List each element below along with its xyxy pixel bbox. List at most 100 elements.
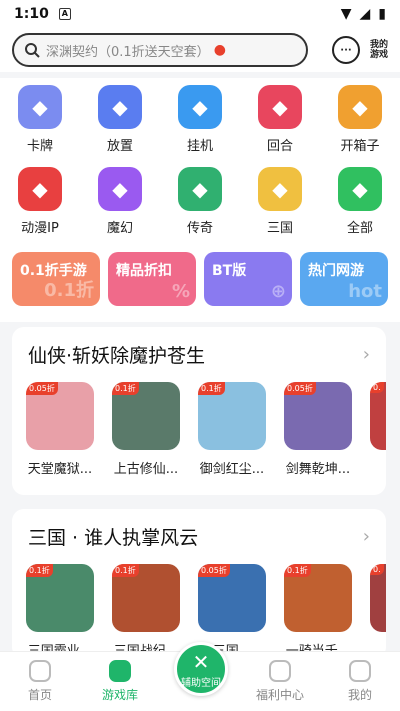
tab-label: 我的 — [347, 688, 372, 702]
game-item[interactable]: 0.05折剑舞乾坤... — [284, 382, 352, 477]
game-list: 0.05折 天堂魔狱... 0.1折 上古修仙... 0.1折 御剑红尘... 0.05折剑… — [12, 378, 386, 481]
tab-0[interactable]: 首页 — [0, 652, 80, 711]
gourd-icon: ◆ — [178, 166, 222, 211]
promo-row: 0.1折手游 0.1折 精品折扣% BT版 ⊕ 热门网游 hot — [0, 242, 400, 322]
game-thumbnail: 0.1折 — [284, 564, 352, 632]
discount-badge: 0. — [370, 382, 384, 393]
category-label: 挂机 — [186, 138, 213, 154]
game-thumbnail: 0.1折 — [112, 564, 180, 632]
cards-icon: ◆ — [18, 84, 62, 129]
discount-badge: 0.1折 — [112, 564, 139, 577]
boxing-glove-icon: ◆ — [258, 84, 302, 129]
promo-card-0[interactable]: 0.1折手游 0.1折 — [12, 252, 100, 306]
promo-label: 热门网游 — [308, 263, 364, 279]
assist-space-label: 辅助空间 — [181, 677, 221, 689]
category-8[interactable]: ◆ 三国 — [240, 160, 320, 242]
discount-badge: 0.1折 — [26, 564, 53, 577]
category-9[interactable]: ◆ 全部 — [320, 160, 400, 242]
category-label: 全部 — [346, 220, 373, 236]
promo-card-3[interactable]: 热门网游 hot — [300, 252, 388, 306]
war-banner-icon: ◆ — [258, 166, 302, 211]
game-item[interactable]: 0.1折 上古修仙... — [112, 382, 180, 477]
category-label: 三国 — [266, 220, 293, 236]
discount-badge: 0. — [370, 564, 384, 575]
clover-icon: ◆ — [338, 166, 382, 211]
game-item[interactable]: 0.1折一骑当千... — [284, 564, 352, 659]
signal-icon: ◢ — [359, 6, 371, 22]
game-name: 剑舞乾坤... — [285, 462, 351, 477]
category-4[interactable]: ◆ 开箱子 — [320, 78, 400, 160]
tab-1[interactable]: 游戏库 — [80, 652, 160, 711]
phone-icon: ◆ — [98, 84, 142, 129]
my-games-line2: 游戏 — [369, 50, 388, 60]
game-item[interactable]: 0.九 — [370, 382, 386, 477]
status-time: 1:10 — [14, 6, 49, 22]
discount-badge: 0.05折 — [198, 564, 230, 577]
section-header[interactable]: 三国 · 谁人执掌风云 › — [12, 509, 386, 560]
assist-space-button[interactable]: ✕ 辅助空间 — [174, 642, 228, 696]
promo-label: BT版 — [212, 263, 247, 279]
category-grid: ◆ 卡牌 ◆ 放置 ◆ 挂机 ◆ 回合 ◆ 开箱子 ◆ 动漫IP ◆ 魔幻 ◆ 传奇 ◆ 三国 ◆ 全部 — [0, 78, 400, 242]
discount-badge: 0.05折 — [284, 382, 316, 395]
discount-badge: 0.1折 — [112, 382, 139, 395]
game-thumbnail: 0.1折 — [198, 382, 266, 450]
section-card-xianxia: 仙侠·斩妖除魔护苍生 › 0.05折 天堂魔狱... 0.1折 上古修仙... 0.1折 御剑… — [12, 327, 386, 495]
pokeball-icon: ◆ — [18, 166, 62, 211]
game-item[interactable]: 0.1折三国战纪... — [112, 564, 180, 659]
tab-4[interactable]: 我的 — [320, 652, 400, 711]
promo-card-1[interactable]: 精品折扣% — [108, 252, 196, 306]
section-header[interactable]: 仙侠·斩妖除魔护苍生 › — [12, 327, 386, 378]
promo-decoration: hot — [348, 281, 382, 302]
my-games-button[interactable]: 我的 游戏 — [370, 40, 388, 60]
hot-flame-icon: ● — [213, 42, 226, 58]
category-2[interactable]: ◆ 挂机 — [160, 78, 240, 160]
home-icon — [29, 660, 51, 682]
category-1[interactable]: ◆ 放置 — [80, 78, 160, 160]
category-label: 放置 — [106, 138, 133, 154]
wifi-icon: ▼ — [340, 6, 352, 22]
section-title: 仙侠·斩妖除魔护苍生 — [28, 345, 206, 367]
profile-face-icon — [349, 660, 371, 682]
game-item[interactable]: 0.05折 天堂魔狱... — [26, 382, 94, 477]
discount-badge: 0.1折 — [284, 564, 311, 577]
category-label: 回合 — [266, 138, 293, 154]
game-thumbnail: 0.05折 — [284, 382, 352, 450]
promo-card-2[interactable]: BT版 ⊕ — [204, 252, 292, 306]
top-header: 深渊契约（0.1折送天空套） ● ··· 我的 游戏 — [0, 28, 400, 72]
message-button[interactable]: ··· — [331, 36, 360, 64]
gamepad-icon: ◆ — [178, 84, 222, 129]
category-6[interactable]: ◆ 魔幻 — [80, 160, 160, 242]
category-5[interactable]: ◆ 动漫IP — [0, 160, 80, 242]
search-placeholder: 深渊契约（0.1折送天空套） — [46, 44, 210, 60]
game-thumbnail: 0.05折 — [198, 564, 266, 632]
promo-decoration: ⊕ — [270, 281, 286, 302]
category-label: 动漫IP — [21, 220, 59, 236]
game-thumbnail: 0. — [370, 382, 386, 450]
chat-bubble-icon: ··· — [340, 44, 352, 56]
chevron-right-icon[interactable]: › — [363, 526, 370, 547]
tab-label: 游戏库 — [101, 688, 138, 702]
game-thumbnail: 0.05折 — [26, 382, 94, 450]
category-7[interactable]: ◆ 传奇 — [160, 160, 240, 242]
game-library-icon — [109, 660, 131, 682]
game-item[interactable]: 0.1折 御剑红尘... — [198, 382, 266, 477]
discount-badge: 0.1折 — [198, 382, 225, 395]
tab-label: 福利中心 — [255, 688, 304, 702]
category-label: 开箱子 — [340, 138, 380, 154]
game-item[interactable]: 0.... — [370, 564, 386, 659]
search-bar[interactable]: 深渊契约（0.1折送天空套） ● — [12, 33, 308, 67]
game-item[interactable]: 0.1折三国霸业... — [26, 564, 94, 659]
promo-label: 精品折扣 — [116, 263, 172, 279]
my-games-line1: 我的 — [369, 40, 388, 50]
section-title: 三国 · 谁人执掌风云 — [28, 527, 199, 549]
section-card-sanguo: 三国 · 谁人执掌风云 › 0.1折三国霸业... 0.1折三国战纪... 0.05折 三… — [12, 509, 386, 659]
treasure-chest-icon: ◆ — [338, 84, 382, 129]
category-0[interactable]: ◆ 卡牌 — [0, 78, 80, 160]
game-thumbnail: 0.1折 — [26, 564, 94, 632]
status-bar: 1:10 A ▼ ◢ ▮ — [0, 0, 400, 28]
chevron-right-icon[interactable]: › — [363, 344, 370, 365]
tab-3[interactable]: 福利中心 — [240, 652, 320, 711]
category-label: 传奇 — [186, 220, 213, 236]
battery-icon: ▮ — [378, 6, 386, 22]
category-3[interactable]: ◆ 回合 — [240, 78, 320, 160]
